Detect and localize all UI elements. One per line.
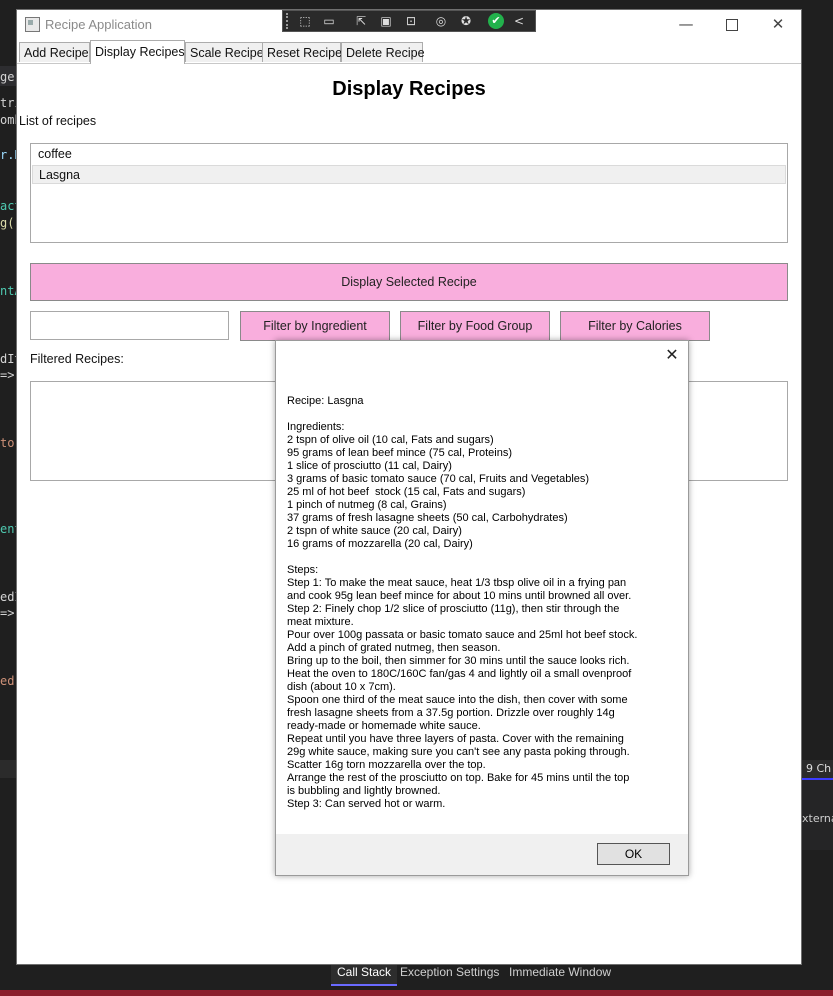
ide-right-strip-text: 9 Ch — [806, 762, 832, 775]
tab-call-stack[interactable]: Call Stack — [331, 962, 398, 986]
filter-by-calories-button[interactable]: Filter by Calories — [560, 311, 710, 341]
list-item[interactable]: coffee — [32, 145, 786, 164]
maximize-icon — [726, 18, 738, 31]
tab-delete-recipe[interactable]: Delete Recipe — [341, 42, 425, 62]
ide-side-panel: xternal — [800, 778, 833, 850]
tab-exception-settings[interactable]: Exception Settings — [394, 962, 505, 984]
dialog-close-button[interactable]: ✕ — [664, 347, 680, 363]
display-layout-icon[interactable]: ▭ — [321, 13, 337, 29]
filter-by-food-group-button[interactable]: Filter by Food Group — [400, 311, 550, 341]
ide-bottom-tabbar: Call Stack Exception Settings Immediate … — [0, 962, 833, 990]
track-focus-icon[interactable]: ⇱ — [353, 13, 369, 29]
code-fragment: to — [0, 436, 15, 450]
window-title: Recipe Application — [45, 17, 152, 32]
filter-input[interactable] — [30, 311, 229, 340]
display-selected-recipe-button[interactable]: Display Selected Recipe — [30, 263, 788, 301]
filter-by-ingredient-button[interactable]: Filter by Ingredient — [240, 311, 390, 341]
ide-status-bar — [0, 990, 833, 996]
collapse-icon[interactable]: < — [511, 13, 527, 29]
toolbar-grip-icon[interactable] — [286, 13, 292, 29]
layout-adorner-icon[interactable]: ▣ — [378, 13, 394, 29]
tab-scale-recipe[interactable]: Scale Recipe — [185, 42, 264, 62]
recipe-details-dialog: ✕ Recipe: Lasgna Ingredients: 2 tspn of … — [275, 340, 689, 876]
recipe-details-text: Recipe: Lasgna Ingredients: 2 tspn of ol… — [287, 395, 638, 810]
window-titlebar[interactable]: Recipe Application — ✕ ⬚ ▭ ⇱ ▣ ⊡ ◎ ✪ ✔ < — [17, 10, 801, 40]
accessibility-icon[interactable]: ✪ — [458, 13, 474, 29]
hot-reload-icon[interactable]: ⊡ — [403, 13, 419, 29]
dialog-footer: OK — [276, 834, 688, 875]
recipe-list-label: List of recipes — [19, 114, 97, 128]
tab-display-recipes[interactable]: Display Recipes — [90, 40, 185, 64]
maximize-button[interactable] — [709, 10, 755, 40]
main-tabstrip: Add Recipe Display Recipes Scale Recipe … — [17, 40, 801, 64]
close-window-button[interactable]: ✕ — [755, 10, 801, 40]
recipe-listbox[interactable]: coffee Lasgna — [30, 143, 788, 243]
select-element-icon[interactable]: ⬚ — [297, 13, 313, 29]
ok-button[interactable]: OK — [597, 843, 670, 865]
list-item-selected[interactable]: Lasgna — [32, 165, 786, 184]
check-icon[interactable]: ✔ — [488, 13, 504, 29]
filtered-recipes-label: Filtered Recipes: — [30, 352, 124, 366]
binding-failures-icon[interactable]: ◎ — [433, 13, 449, 29]
tab-reset-recipe[interactable]: Reset Recipe — [262, 42, 342, 62]
debug-toolbar: ⬚ ▭ ⇱ ▣ ⊡ ◎ ✪ ✔ < — [282, 10, 536, 32]
minimize-button[interactable]: — — [663, 10, 709, 40]
tab-add-recipe[interactable]: Add Recipe — [19, 42, 90, 62]
code-fragment: => — [0, 606, 15, 620]
page-title: Display Recipes — [332, 78, 486, 100]
ide-side-panel-label: xternal — [802, 812, 833, 825]
app-icon — [25, 17, 40, 32]
code-fragment: => — [0, 368, 15, 382]
tab-immediate-window[interactable]: Immediate Window — [503, 962, 617, 984]
